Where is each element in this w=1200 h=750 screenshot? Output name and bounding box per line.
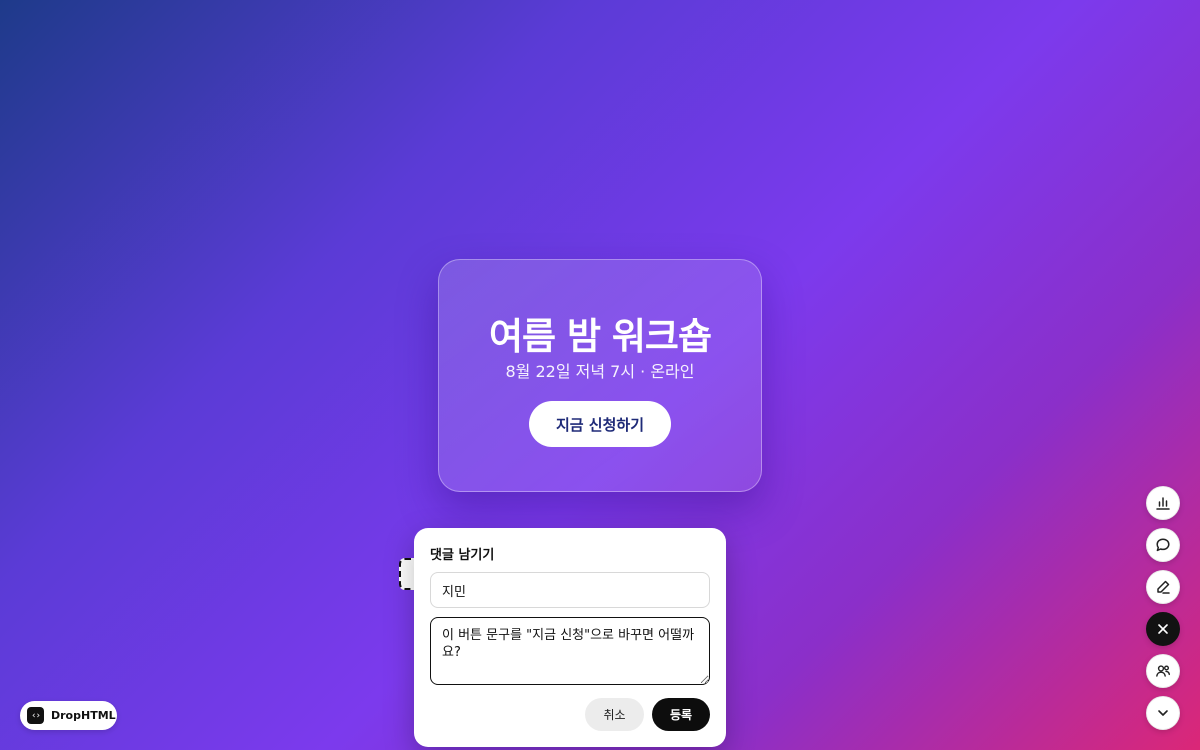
comment-panel: 댓글 남기기 이 버튼 문구를 "지금 신청"으로 바꾸면 어떨까요? 취소 등… — [414, 528, 726, 747]
collaborators-button[interactable] — [1146, 654, 1180, 688]
brand-name: DropHTML — [51, 709, 116, 722]
collapse-button[interactable] — [1146, 696, 1180, 730]
comment-icon — [1156, 538, 1170, 552]
edit-button[interactable] — [1146, 570, 1180, 604]
comment-button[interactable] — [1146, 528, 1180, 562]
analytics-button[interactable] — [1146, 486, 1180, 520]
close-icon — [1158, 624, 1168, 634]
submit-button[interactable]: 등록 — [652, 698, 710, 731]
chevron-down-icon — [1158, 710, 1168, 716]
users-icon — [1156, 665, 1170, 677]
pencil-icon — [1157, 580, 1170, 594]
comment-panel-title: 댓글 남기기 — [430, 548, 495, 563]
bar-chart-icon — [1156, 497, 1170, 510]
workshop-card: 여름 밤 워크숍 8월 22일 저녁 7시 · 온라인 지금 신청하기 — [438, 259, 762, 492]
card-subtitle: 8월 22일 저녁 7시 · 온라인 — [505, 362, 695, 381]
comment-textarea[interactable]: 이 버튼 문구를 "지금 신청"으로 바꾸면 어떨까요? — [430, 617, 710, 685]
name-field[interactable] — [430, 572, 710, 608]
code-icon: ‹› — [27, 707, 44, 724]
brand-badge[interactable]: ‹› DropHTML — [20, 701, 117, 730]
card-title: 여름 밤 워크숍 — [488, 315, 712, 358]
close-button[interactable] — [1146, 612, 1180, 646]
cancel-button[interactable]: 취소 — [585, 698, 644, 731]
apply-now-button[interactable]: 지금 신청하기 — [529, 401, 671, 447]
